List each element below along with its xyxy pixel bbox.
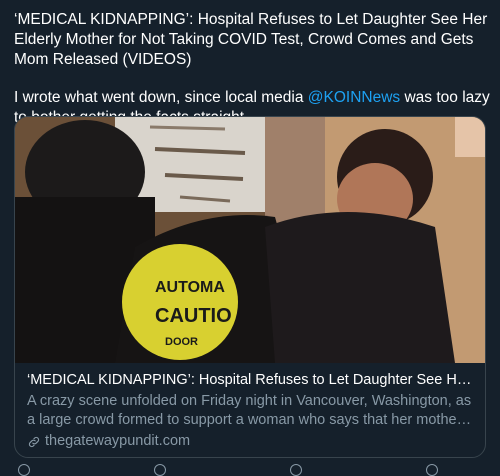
card-domain: thegatewaypundit.com xyxy=(45,433,191,449)
sticker-text-1: AUTOMA xyxy=(155,279,225,296)
sticker-text-2: CAUTIO xyxy=(155,305,232,327)
tweet-actions xyxy=(14,462,492,476)
link-preview-card[interactable]: AUTOMA CAUTIO DOOR ‘MEDICAL KIDNAPPING’:… xyxy=(14,116,486,458)
card-title[interactable]: ‘MEDICAL KIDNAPPING’: Hospital Refuses t… xyxy=(27,371,473,390)
tweet-headline: ‘MEDICAL KIDNAPPING’: Hospital Refuses t… xyxy=(14,11,488,68)
share-icon[interactable] xyxy=(426,464,438,476)
figure-right-body xyxy=(265,212,455,363)
card-domain-row[interactable]: thegatewaypundit.com xyxy=(27,432,473,451)
sign-line-1 xyxy=(149,125,226,131)
retweet-icon[interactable] xyxy=(154,464,166,476)
card-description: A crazy scene unfolded on Friday night i… xyxy=(27,393,472,428)
mention-link[interactable]: @KOINNews xyxy=(308,89,400,106)
tweet-text-part-1: I wrote what went down, since local medi… xyxy=(14,89,308,106)
video-still: AUTOMA CAUTIO DOOR xyxy=(15,117,485,363)
sticker-text-3: DOOR xyxy=(165,336,198,348)
card-image[interactable]: AUTOMA CAUTIO DOOR xyxy=(15,117,485,363)
like-icon[interactable] xyxy=(290,464,302,476)
card-meta: ‘MEDICAL KIDNAPPING’: Hospital Refuses t… xyxy=(15,363,485,451)
link-icon xyxy=(28,436,40,447)
right-light xyxy=(455,117,485,157)
reply-icon[interactable] xyxy=(18,464,30,476)
